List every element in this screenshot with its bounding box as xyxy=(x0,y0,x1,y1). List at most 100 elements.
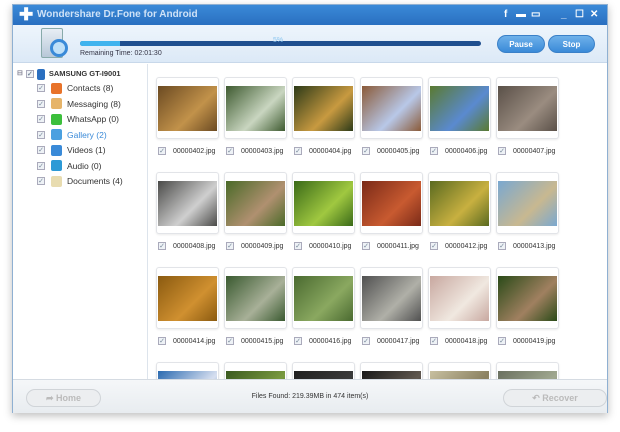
photo-label[interactable]: ✓ 00000410.jpg xyxy=(294,242,351,250)
stop-button[interactable]: Stop xyxy=(548,35,595,53)
photo-thumbnail[interactable] xyxy=(292,77,355,139)
close-icon[interactable]: ✕ xyxy=(590,5,598,25)
checkbox[interactable]: ✓ xyxy=(430,242,438,250)
checkbox[interactable]: ✓ xyxy=(498,337,506,345)
checkbox[interactable]: ✓ xyxy=(294,337,302,345)
photo-label[interactable]: ✓ 00000407.jpg xyxy=(498,147,555,155)
checkbox[interactable]: ✓ xyxy=(37,84,45,92)
recover-button[interactable]: ↶ Recover xyxy=(503,389,607,407)
photo-label[interactable]: ✓ 00000417.jpg xyxy=(362,337,419,345)
photo-thumbnail[interactable] xyxy=(360,267,423,329)
sidebar-item[interactable]: ✓ Messaging (8) xyxy=(37,97,121,111)
pause-button[interactable]: Pause xyxy=(497,35,545,53)
photo-thumbnail[interactable] xyxy=(224,77,287,139)
photo-label[interactable]: ✓ 00000414.jpg xyxy=(158,337,215,345)
photo-thumbnail[interactable] xyxy=(496,267,559,329)
photo-thumbnail[interactable] xyxy=(360,172,423,234)
sidebar-item[interactable]: ✓ Audio (0) xyxy=(37,159,102,173)
photo-thumbnail[interactable] xyxy=(224,267,287,329)
checkbox[interactable]: ✓ xyxy=(37,146,45,154)
photo-thumbnail[interactable] xyxy=(496,77,559,139)
feedback-icon[interactable]: ▬ xyxy=(516,5,526,25)
checkbox[interactable]: ✓ xyxy=(294,147,302,155)
register-icon[interactable]: ▭ xyxy=(531,5,540,25)
photo-thumbnail[interactable] xyxy=(360,362,423,379)
checkbox[interactable]: ✓ xyxy=(362,242,370,250)
sidebar: ⊟ ✓ SAMSUNG GT-I9001 ✓ Contacts (8) ✓ Messa… xyxy=(13,64,148,379)
file-name: 00000413.jpg xyxy=(513,242,556,250)
category-icon xyxy=(51,175,62,187)
file-name: 00000411.jpg xyxy=(377,242,419,250)
recover-icon: ↶ xyxy=(532,393,543,403)
photo-label[interactable]: ✓ 00000419.jpg xyxy=(498,337,555,345)
minimize-icon[interactable]: _ xyxy=(561,5,567,25)
facebook-icon[interactable]: f xyxy=(504,5,507,25)
checkbox[interactable]: ✓ xyxy=(226,337,234,345)
checkbox[interactable]: ✓ xyxy=(37,130,45,139)
photo-thumbnail[interactable] xyxy=(156,362,219,379)
sidebar-item[interactable]: ✓ Videos (1) xyxy=(37,143,106,157)
photo-label[interactable]: ✓ 00000408.jpg xyxy=(158,242,215,250)
sidebar-item[interactable]: ✓ Gallery (2) xyxy=(37,128,107,142)
photo-label[interactable]: ✓ 00000418.jpg xyxy=(430,337,487,345)
checkbox[interactable]: ✓ xyxy=(498,242,506,250)
photo-image xyxy=(294,276,353,321)
photo-thumbnail[interactable] xyxy=(224,362,287,379)
photo-label[interactable]: ✓ 00000412.jpg xyxy=(430,242,487,250)
photo-thumbnail[interactable] xyxy=(292,172,355,234)
photo-label[interactable]: ✓ 00000405.jpg xyxy=(362,147,419,155)
photo-thumbnail[interactable] xyxy=(156,77,219,139)
photo-thumbnail[interactable] xyxy=(156,267,219,329)
checkbox[interactable]: ✓ xyxy=(362,147,370,155)
checkbox[interactable]: ✓ xyxy=(37,161,45,170)
file-name: 00000407.jpg xyxy=(513,147,556,155)
phone-icon xyxy=(36,68,45,80)
photo-label[interactable]: ✓ 00000415.jpg xyxy=(226,337,283,345)
device-node[interactable]: ⊟ ✓ SAMSUNG GT-I9001 xyxy=(17,67,121,81)
photo-thumbnail[interactable] xyxy=(292,362,355,379)
checkbox[interactable]: ✓ xyxy=(25,70,34,78)
checkbox[interactable]: ✓ xyxy=(158,147,166,155)
photo-thumbnail[interactable] xyxy=(428,362,491,379)
checkbox[interactable]: ✓ xyxy=(362,337,370,345)
checkbox[interactable]: ✓ xyxy=(226,147,234,155)
photo-thumbnail[interactable] xyxy=(360,77,423,139)
checkbox[interactable]: ✓ xyxy=(37,99,45,108)
sidebar-item[interactable]: ✓ Documents (4) xyxy=(37,174,123,188)
photo-image xyxy=(362,371,421,379)
sidebar-item[interactable]: ✓ WhatsApp (0) xyxy=(37,112,119,126)
checkbox[interactable]: ✓ xyxy=(158,337,166,345)
photo-label[interactable]: ✓ 00000413.jpg xyxy=(498,242,555,250)
checkbox[interactable]: ✓ xyxy=(226,242,234,250)
collapse-icon[interactable]: ⊟ xyxy=(17,67,23,81)
photo-label[interactable]: ✓ 00000416.jpg xyxy=(294,337,351,345)
photo-label[interactable]: ✓ 00000409.jpg xyxy=(226,242,283,250)
photo-thumbnail[interactable] xyxy=(156,172,219,234)
photo-thumbnail[interactable] xyxy=(428,172,491,234)
checkbox[interactable]: ✓ xyxy=(158,242,166,250)
file-name: 00000404.jpg xyxy=(309,147,352,155)
photo-thumbnail[interactable] xyxy=(428,77,491,139)
checkbox[interactable]: ✓ xyxy=(294,242,302,250)
checkbox[interactable]: ✓ xyxy=(498,147,506,155)
photo-thumbnail[interactable] xyxy=(496,172,559,234)
checkbox[interactable]: ✓ xyxy=(430,147,438,155)
photo-thumbnail[interactable] xyxy=(292,267,355,329)
checkbox[interactable]: ✓ xyxy=(430,337,438,345)
photo-label[interactable]: ✓ 00000403.jpg xyxy=(226,147,283,155)
photo-thumbnail[interactable] xyxy=(496,362,559,379)
photo-label[interactable]: ✓ 00000411.jpg xyxy=(362,242,419,250)
photo-thumbnail[interactable] xyxy=(428,267,491,329)
sidebar-item[interactable]: ✓ Contacts (8) xyxy=(37,81,113,95)
photo-thumbnail[interactable] xyxy=(224,172,287,234)
file-name: 00000416.jpg xyxy=(309,337,352,345)
photo-label[interactable]: ✓ 00000404.jpg xyxy=(294,147,351,155)
photo-label[interactable]: ✓ 00000406.jpg xyxy=(430,147,487,155)
maximize-icon[interactable]: ☐ xyxy=(575,5,584,25)
file-name: 00000402.jpg xyxy=(173,147,216,155)
checkbox[interactable]: ✓ xyxy=(37,115,45,123)
file-name: 00000412.jpg xyxy=(445,242,488,250)
photo-label[interactable]: ✓ 00000402.jpg xyxy=(158,147,215,155)
checkbox[interactable]: ✓ xyxy=(37,177,45,185)
photo-image xyxy=(362,86,421,131)
